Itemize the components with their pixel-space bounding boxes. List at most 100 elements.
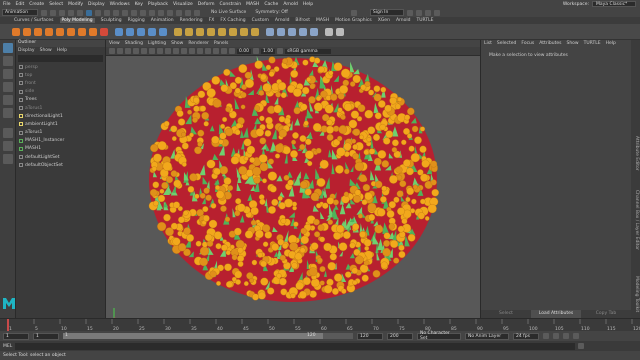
ae-menu-selected[interactable]: Selected bbox=[497, 41, 517, 46]
outliner-item[interactable]: Trees bbox=[16, 96, 105, 104]
multi-cut-icon[interactable] bbox=[229, 27, 237, 36]
super-shape-icon[interactable] bbox=[100, 27, 108, 36]
menu-edit[interactable]: Edit bbox=[16, 2, 25, 7]
snap-point-icon[interactable] bbox=[131, 9, 137, 16]
new-scene-icon[interactable] bbox=[41, 9, 47, 16]
outliner-item[interactable]: ambientLight1 bbox=[16, 120, 105, 128]
target-weld-icon[interactable] bbox=[240, 27, 248, 36]
grid-icon[interactable] bbox=[133, 48, 139, 54]
harden-edge-icon[interactable] bbox=[336, 27, 344, 36]
ae-menu-focus[interactable]: Focus bbox=[521, 41, 534, 46]
outliner-search-input[interactable] bbox=[18, 55, 103, 62]
edge-loop-icon[interactable] bbox=[251, 27, 259, 36]
menu-mash[interactable]: MASH bbox=[246, 2, 259, 7]
ae-copy-tab-button[interactable]: Copy Tab bbox=[581, 310, 631, 318]
film-gate-icon[interactable] bbox=[141, 48, 147, 54]
hypershade-icon[interactable] bbox=[194, 9, 200, 16]
shelf-tab-turtle[interactable]: TURTLE bbox=[417, 18, 434, 23]
menu-select[interactable]: Select bbox=[49, 2, 63, 7]
image-plane-icon[interactable] bbox=[125, 48, 131, 54]
bevel-icon[interactable] bbox=[196, 27, 204, 36]
boolean-icon[interactable] bbox=[148, 27, 156, 36]
ae-menu-help[interactable]: Help bbox=[606, 41, 616, 46]
color-management-icon[interactable] bbox=[277, 48, 284, 54]
sound-icon[interactable] bbox=[563, 333, 569, 339]
outliner-menu-display[interactable]: Display bbox=[18, 48, 35, 53]
lasso-tool-icon[interactable] bbox=[3, 56, 13, 66]
fps-dropdown[interactable]: 24 fps bbox=[513, 332, 539, 340]
shelf-tab-mash[interactable]: MASH bbox=[316, 18, 329, 23]
menu-file[interactable]: File bbox=[3, 2, 11, 7]
menu-windows[interactable]: Windows bbox=[110, 2, 130, 7]
ambient-occlusion-icon[interactable] bbox=[197, 48, 203, 54]
uv-layout-icon[interactable] bbox=[288, 27, 296, 36]
poly-plane-icon[interactable] bbox=[67, 27, 75, 36]
ae-menu-list[interactable]: List bbox=[484, 41, 492, 46]
move-tool-icon[interactable] bbox=[3, 82, 13, 92]
side-tab-modeling-toolkit[interactable]: Modeling Toolkit bbox=[634, 276, 639, 312]
preferences-icon[interactable] bbox=[573, 333, 579, 339]
shelf-tab-poly-modeling[interactable]: Poly Modeling bbox=[59, 18, 95, 23]
vp-menu-shading[interactable]: Shading bbox=[125, 41, 143, 46]
persp-outliner-icon[interactable] bbox=[3, 154, 13, 164]
attribute-editor-icon[interactable] bbox=[424, 9, 431, 16]
anim-end-field[interactable]: 200 bbox=[387, 332, 413, 340]
poly-cone-icon[interactable] bbox=[45, 27, 53, 36]
outliner-item[interactable]: defaultObjectSet bbox=[16, 161, 105, 169]
render-settings-icon[interactable] bbox=[185, 9, 191, 16]
gamma-icon[interactable] bbox=[253, 48, 260, 54]
shelf-tab-arnold[interactable]: Arnold bbox=[275, 18, 290, 23]
automatic-map-icon[interactable] bbox=[310, 27, 318, 36]
shadows-icon[interactable] bbox=[189, 48, 195, 54]
bookmark-icon[interactable] bbox=[117, 48, 123, 54]
select-component-icon[interactable] bbox=[104, 9, 110, 16]
ae-load-attributes-button[interactable]: Load Attributes bbox=[531, 310, 581, 318]
symmetry-label[interactable]: Symmetry: Off bbox=[255, 10, 288, 15]
menu-create[interactable]: Create bbox=[29, 2, 44, 7]
side-tab-channel-box[interactable]: Channel Box / Layer Editor bbox=[634, 190, 639, 250]
undo-icon[interactable] bbox=[68, 9, 74, 16]
outliner-menu-show[interactable]: Show bbox=[40, 48, 52, 53]
outliner-item[interactable]: directionalLight1 bbox=[16, 112, 105, 120]
shelf-tab-xgen[interactable]: XGen bbox=[378, 18, 390, 23]
extrude-icon[interactable] bbox=[174, 27, 182, 36]
menu-key[interactable]: Key bbox=[135, 2, 143, 7]
camera-attributes-icon[interactable] bbox=[109, 48, 115, 54]
tool-settings-icon[interactable] bbox=[433, 9, 440, 16]
outliner-menu-help[interactable]: Help bbox=[57, 48, 67, 53]
planar-map-icon[interactable] bbox=[299, 27, 307, 36]
loop-icon[interactable] bbox=[553, 333, 559, 339]
ae-menu-turtle[interactable]: TURTLE bbox=[584, 41, 601, 46]
shelf-tab-arnold-2[interactable]: Arnold bbox=[396, 18, 411, 23]
poly-torus-icon[interactable] bbox=[56, 27, 64, 36]
time-slider[interactable]: 1 5 10 15 20 25 30 35 40 45 50 55 60 65 70 75 80 85 90 95 10… bbox=[0, 318, 640, 332]
shelf-tab-rendering[interactable]: Rendering bbox=[180, 18, 203, 23]
shelf-tab-rigging[interactable]: Rigging bbox=[128, 18, 145, 23]
poly-disc-icon[interactable] bbox=[78, 27, 86, 36]
snap-surface-icon[interactable] bbox=[149, 9, 155, 16]
shelf-tab-bifrost[interactable]: Bifrost bbox=[295, 18, 310, 23]
playback-start-field[interactable]: 1 bbox=[33, 332, 59, 340]
resolution-gate-icon[interactable] bbox=[149, 48, 155, 54]
outliner-item[interactable]: aTorus1 bbox=[16, 129, 105, 137]
playback-end-field[interactable]: 120 bbox=[357, 332, 383, 340]
save-scene-icon[interactable] bbox=[59, 9, 65, 16]
menu-display[interactable]: Display bbox=[88, 2, 105, 7]
uv-editor-icon[interactable] bbox=[266, 27, 274, 36]
shelf-tab-fx[interactable]: FX bbox=[209, 18, 215, 23]
menu-cache[interactable]: Cache bbox=[264, 2, 278, 7]
fill-hole-icon[interactable] bbox=[207, 27, 215, 36]
select-tool-icon[interactable] bbox=[3, 43, 13, 53]
gamma-field[interactable]: 1.00 bbox=[261, 48, 276, 54]
menu-arnold[interactable]: Arnold bbox=[283, 2, 298, 7]
append-icon[interactable] bbox=[218, 27, 226, 36]
anti-alias-icon[interactable] bbox=[205, 48, 211, 54]
ae-menu-show[interactable]: Show bbox=[566, 41, 578, 46]
live-surface-label[interactable]: No Live Surface bbox=[211, 10, 246, 15]
snap-curve-icon[interactable] bbox=[122, 9, 128, 16]
wireframe-icon[interactable] bbox=[157, 48, 163, 54]
character-set-dropdown[interactable]: No Character Set bbox=[417, 331, 461, 341]
shelf-tab-fx-caching[interactable]: FX Caching bbox=[220, 18, 245, 23]
menu-constrain[interactable]: Constrain bbox=[220, 2, 242, 7]
poly-cylinder-icon[interactable] bbox=[34, 27, 42, 36]
